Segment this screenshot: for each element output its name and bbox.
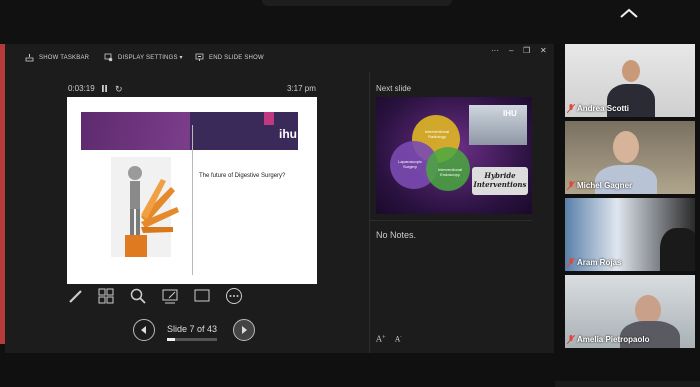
show-taskbar-label: SHOW TASKBAR <box>39 54 90 61</box>
current-time: 3:17 pm <box>287 84 316 93</box>
decrease-font-button[interactable]: A- <box>395 334 402 343</box>
current-slide: ihu The future of Digestive Surgery? <box>67 97 317 284</box>
slide-progress-fill <box>167 338 175 341</box>
display-settings-label: DISPLAY SETTINGS ▾ <box>118 55 183 61</box>
presenter-toolbar: SHOW TASKBAR DISPLAY SETTINGS ▾ END SLID… <box>5 44 554 72</box>
thinking-figure-image <box>111 157 179 257</box>
taskbar-icon <box>25 54 34 62</box>
more-options-icon[interactable] <box>225 287 243 305</box>
hybrid-line-1: Hybride <box>484 171 516 180</box>
slide-accent <box>264 112 274 125</box>
end-slide-show-label: END SLIDE SHOW <box>209 54 264 61</box>
hybrid-line-2: Interventions <box>473 180 527 189</box>
black-screen-icon[interactable] <box>193 287 211 305</box>
chevron-right-icon <box>242 326 247 334</box>
end-show-icon <box>195 53 204 61</box>
display-settings-button[interactable]: DISPLAY SETTINGS ▾ <box>104 53 183 62</box>
bottom-handle <box>555 381 700 387</box>
participant-name: Andrea Scotti <box>577 104 630 113</box>
restore-button[interactable]: ❐ <box>523 46 530 55</box>
slide-navigation: Slide 7 of 43 <box>133 319 333 343</box>
venn-label-radiology: Interventional Radiology <box>424 129 449 139</box>
pen-icon[interactable] <box>67 287 85 305</box>
panel-divider[interactable] <box>369 72 370 353</box>
slide-progress-bar <box>167 338 217 341</box>
mic-muted-icon <box>567 335 575 344</box>
participant-tile[interactable]: Aram Rojas <box>565 198 695 271</box>
participant-face <box>622 60 640 82</box>
hybrid-interventions-badge: Hybride Interventions <box>472 167 528 195</box>
mic-muted-icon <box>567 104 575 113</box>
building-photo: IHU <box>469 105 527 145</box>
increase-font-button[interactable]: A+ <box>376 334 386 344</box>
next-slide-preview[interactable]: Interventional Radiology Laparoscopic Su… <box>376 97 532 214</box>
participant-body <box>660 228 695 271</box>
speaker-notes: No Notes. <box>376 230 417 240</box>
participant-tile[interactable]: Michel Gagner <box>565 121 695 194</box>
next-slide-label: Next slide <box>376 84 412 93</box>
chevron-left-icon <box>141 326 146 334</box>
chevron-up-icon[interactable] <box>618 6 640 20</box>
participant-tile[interactable]: Amelia Pietropaolo <box>565 275 695 348</box>
top-handle[interactable] <box>262 0 452 6</box>
slide-title-text: The future of Digestive Surgery? <box>199 173 286 179</box>
participant-name: Amelia Pietropaolo <box>577 335 650 344</box>
elapsed-timer: 0:03:19 <box>68 84 95 93</box>
mic-muted-icon <box>567 258 575 267</box>
notes-divider <box>370 220 532 221</box>
participant-name: Aram Rojas <box>577 258 622 267</box>
reset-timer-icon[interactable]: ↻ <box>115 84 123 95</box>
building-sign: IHU <box>503 109 517 118</box>
more-options-button[interactable]: ··· <box>491 46 499 55</box>
participant-tile[interactable]: Andrea Scotti <box>565 44 695 117</box>
venn-label-laparoscopic: Laparoscopic Surgery <box>398 159 422 169</box>
slide-counter: Slide 7 of 43 <box>167 324 218 334</box>
participant-face <box>613 131 639 163</box>
show-taskbar-button[interactable]: SHOW TASKBAR <box>25 53 89 62</box>
pause-icon[interactable] <box>101 85 108 92</box>
slide-logo: ihu <box>279 127 297 141</box>
zoom-icon[interactable] <box>129 287 147 305</box>
end-slide-show-button[interactable]: END SLIDE SHOW <box>195 53 264 62</box>
pointer-icon[interactable] <box>161 287 179 305</box>
presenter-view: SHOW TASKBAR DISPLAY SETTINGS ▾ END SLID… <box>5 44 554 353</box>
close-button[interactable]: ✕ <box>540 46 547 55</box>
previous-slide-button[interactable] <box>133 319 155 341</box>
participant-name: Michel Gagner <box>577 181 633 190</box>
next-slide-button[interactable] <box>233 319 255 341</box>
slide-divider <box>192 125 193 275</box>
display-settings-icon <box>104 53 113 62</box>
minimize-button[interactable]: – <box>509 46 513 55</box>
see-all-slides-icon[interactable] <box>97 287 115 305</box>
meeting-top-bar <box>0 0 700 44</box>
mic-muted-icon <box>567 181 575 190</box>
venn-label-endoscopy: Interventional Endoscopy <box>437 167 462 177</box>
